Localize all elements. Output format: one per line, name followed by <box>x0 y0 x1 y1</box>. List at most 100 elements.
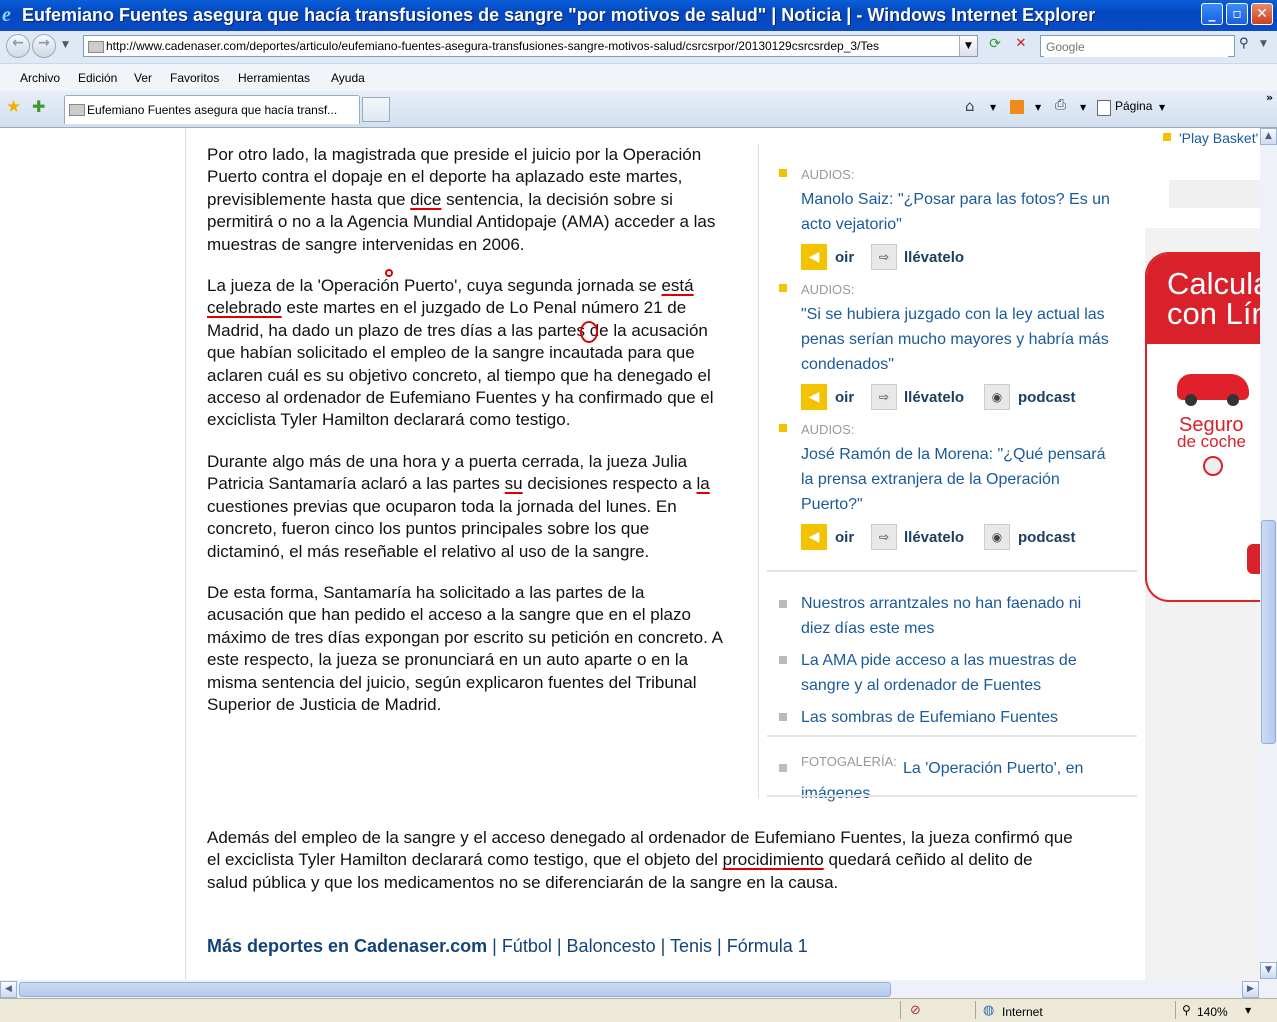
ie-logo-icon: e <box>2 4 11 26</box>
page-dropdown-icon[interactable]: ▼ <box>1159 103 1165 112</box>
print-dropdown-icon[interactable]: ▼ <box>1080 103 1086 112</box>
menu-herramientas[interactable]: Herramientas <box>238 71 310 85</box>
related-link-3[interactable]: Las sombras de Eufemiano Fuentes <box>801 705 1101 730</box>
search-icon[interactable]: ⚲ <box>1239 36 1259 56</box>
audio-title-link[interactable]: José Ramón de la Morena: "¿Qué pensará l… <box>801 442 1121 517</box>
bullet-icon <box>779 424 787 432</box>
oir-link[interactable]: oir <box>835 529 854 546</box>
llevatelo-link[interactable]: llévatelo <box>904 529 964 546</box>
audio-title-link[interactable]: Manolo Saiz: "¿Posar para las fotos? Es … <box>801 187 1121 237</box>
podcast-link[interactable]: podcast <box>1018 389 1076 406</box>
favorites-star-icon[interactable]: ★ <box>6 97 21 117</box>
scroll-up-icon[interactable]: ▲ <box>1260 128 1277 145</box>
link-formula1[interactable]: Fórmula 1 <box>727 936 808 956</box>
maximize-button[interactable]: ▫ <box>1226 3 1248 25</box>
horizontal-scrollbar[interactable]: ◀ ▶ <box>0 980 1260 998</box>
zoom-dropdown-icon[interactable]: ▼ <box>1245 1006 1251 1015</box>
site-favicon-icon <box>88 41 104 53</box>
annotation-circle-mark <box>385 269 393 277</box>
menu-ver[interactable]: Ver <box>134 71 152 85</box>
marked-word: su <box>504 474 523 494</box>
url-text[interactable]: http://www.cadenaser.com/deportes/articu… <box>106 39 956 53</box>
recent-pages-dropdown-icon[interactable]: ▼ <box>62 40 69 50</box>
menu-archivo[interactable]: Archivo <box>20 71 60 85</box>
home-dropdown-icon[interactable]: ▼ <box>990 103 996 112</box>
download-arrow-icon[interactable]: ⇨ <box>871 524 897 550</box>
scrollbar-corner <box>1260 980 1277 998</box>
search-input[interactable] <box>1044 37 1228 57</box>
marked-word: la <box>696 474 710 494</box>
llevatelo-link[interactable]: llévatelo <box>904 249 964 266</box>
page-icon[interactable] <box>1097 100 1111 116</box>
ad-product-line-2: de coche <box>1177 432 1246 451</box>
speaker-icon[interactable]: ◀ <box>801 244 827 270</box>
audio-kicker: AUDIOS: <box>801 167 855 182</box>
menu-edicion[interactable]: Edición <box>78 71 117 85</box>
close-button[interactable]: ✕ <box>1251 3 1273 25</box>
new-tab-button[interactable] <box>362 97 390 122</box>
link-baloncesto[interactable]: Baloncesto <box>567 936 656 956</box>
audio-item-2: AUDIOS: "Si se hubiera juzgado con la le… <box>779 280 1129 410</box>
print-icon[interactable]: ⎙ <box>1055 97 1066 113</box>
rss-icon[interactable] <box>1010 100 1024 114</box>
zoom-level[interactable]: 140% <box>1197 1005 1228 1019</box>
llevatelo-link[interactable]: llévatelo <box>904 389 964 406</box>
advertisement-banner[interactable]: Calcula con Lín Seguro de coche <box>1145 252 1260 602</box>
oir-link[interactable]: oir <box>835 389 854 406</box>
tab-current[interactable]: Eufemiano Fuentes asegura que hacía tran… <box>64 95 360 124</box>
zone-label: Internet <box>1002 1005 1043 1019</box>
rss-dropdown-icon[interactable]: ▼ <box>1035 103 1041 112</box>
address-dropdown-icon[interactable]: ▼ <box>959 36 977 56</box>
search-box[interactable] <box>1040 35 1235 57</box>
privacy-icon[interactable]: ⊘ <box>910 1003 921 1018</box>
home-icon[interactable]: ⌂ <box>965 97 975 115</box>
tab-favicon-icon <box>69 104 85 116</box>
article-paragraph-3: Durante algo más de una hora y a puerta … <box>207 451 710 561</box>
vertical-scroll-thumb[interactable] <box>1261 520 1276 744</box>
status-bar: ⊘ ◍ Internet ⚲ 140% ▼ <box>0 998 1277 1022</box>
zoom-icon[interactable]: ⚲ <box>1182 1003 1191 1017</box>
podcast-link[interactable]: podcast <box>1018 529 1076 546</box>
tab-label: Eufemiano Fuentes asegura que hacía tran… <box>87 103 338 117</box>
more-sports-label[interactable]: Más deportes en Cadenaser.com <box>207 936 487 956</box>
scroll-down-icon[interactable]: ▼ <box>1260 962 1277 979</box>
marked-word: procidimiento <box>722 850 824 870</box>
podcast-icon[interactable]: ◉ <box>984 384 1010 410</box>
speaker-icon[interactable]: ◀ <box>801 524 827 550</box>
vertical-scrollbar[interactable]: ▲ ▼ <box>1260 128 1277 980</box>
speaker-icon[interactable]: ◀ <box>801 384 827 410</box>
refresh-icon[interactable]: ⟳ <box>985 36 1005 56</box>
audio-title-link[interactable]: "Si se hubiera juzgado con la ley actual… <box>801 302 1121 377</box>
menu-favoritos[interactable]: Favoritos <box>170 71 219 85</box>
add-favorite-icon[interactable]: ✚ <box>32 97 45 116</box>
divider <box>767 570 1137 572</box>
podcast-icon[interactable]: ◉ <box>984 524 1010 550</box>
status-separator <box>900 1001 901 1019</box>
horizontal-scroll-thumb[interactable] <box>19 982 891 997</box>
menu-bar: Archivo Edición Ver Favoritos Herramient… <box>0 63 1277 92</box>
audio-item-1: AUDIOS: Manolo Saiz: "¿Posar para las fo… <box>779 164 1129 284</box>
address-bar[interactable]: http://www.cadenaser.com/deportes/articu… <box>83 35 978 57</box>
download-arrow-icon[interactable]: ⇨ <box>871 244 897 270</box>
menu-ayuda[interactable]: Ayuda <box>331 71 365 85</box>
minimize-button[interactable]: _ <box>1201 3 1223 25</box>
play-basket-link[interactable]: 'Play Basket' <box>1179 130 1258 146</box>
bullet-icon <box>779 284 787 292</box>
marked-word: está celebrado <box>207 276 694 318</box>
stop-icon[interactable]: ✕ <box>1011 36 1031 56</box>
page-menu[interactable]: Página <box>1115 99 1152 113</box>
radio-option-icon[interactable] <box>1203 456 1223 476</box>
scroll-left-icon[interactable]: ◀ <box>0 981 17 998</box>
related-link-2[interactable]: La AMA pide acceso a las muestras de san… <box>801 648 1101 698</box>
download-arrow-icon[interactable]: ⇨ <box>871 384 897 410</box>
related-link-1[interactable]: Nuestros arrantzales no han faenado ni d… <box>801 591 1101 641</box>
scroll-right-icon[interactable]: ▶ <box>1242 981 1259 998</box>
back-button[interactable]: ← <box>6 34 30 58</box>
toolbar-overflow-icon[interactable]: » <box>1266 91 1273 104</box>
link-tenis[interactable]: Tenis <box>670 936 712 956</box>
link-futbol[interactable]: Fútbol <box>502 936 552 956</box>
gallery-link[interactable]: La 'Operación Puerto', en imágenes <box>801 756 1101 806</box>
oir-link[interactable]: oir <box>835 249 854 266</box>
search-options-icon[interactable]: ▼ <box>1260 39 1267 49</box>
forward-button[interactable]: → <box>32 34 56 58</box>
